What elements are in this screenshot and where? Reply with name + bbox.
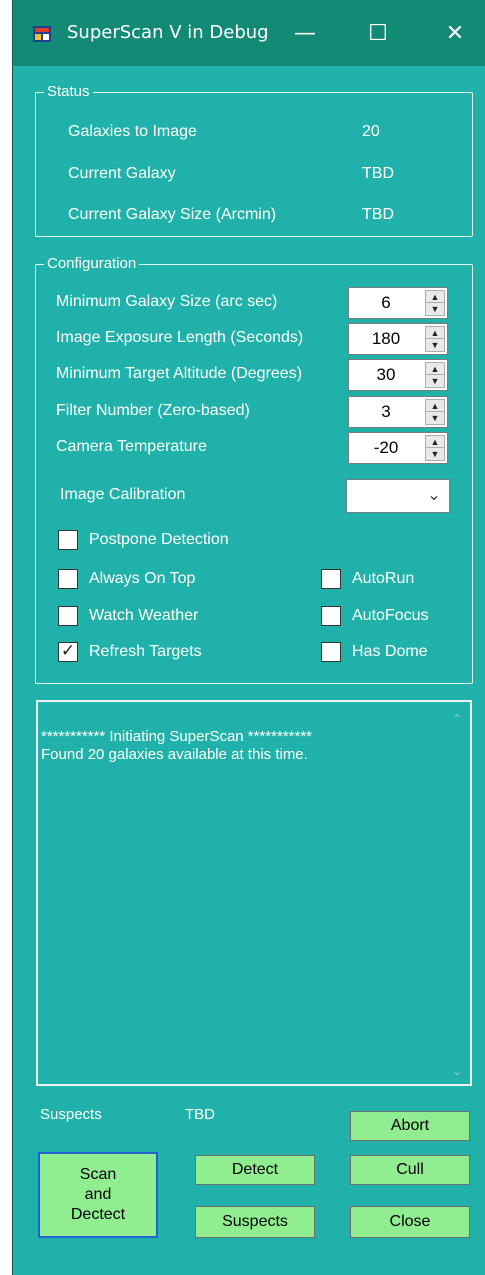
checkmark-icon: ✓ [60, 641, 76, 660]
min-altitude-arrows[interactable]: ▲ ▼ [425, 362, 445, 388]
autorun-checkbox[interactable]: AutoRun [321, 568, 414, 590]
exposure-length-spinner[interactable]: 180 ▲ ▼ [348, 323, 448, 355]
filter-number-arrows[interactable]: ▲ ▼ [425, 399, 445, 425]
app-window: SuperScan V in Debug — ☐ ✕ Status Galaxi… [12, 0, 485, 1275]
scroll-down-icon[interactable]: ⌄ [450, 1064, 464, 1078]
scan-and-detect-button[interactable]: Scan and Dectect [38, 1152, 158, 1238]
client-area: Status Galaxies to Image 20 Current Gala… [13, 66, 485, 1275]
refresh-targets-box[interactable]: ✓ [58, 641, 78, 662]
min-galaxy-size-arrows[interactable]: ▲ ▼ [425, 290, 445, 316]
camera-temperature-spinner[interactable]: -20 ▲ ▼ [348, 432, 448, 464]
log-text: *********** Initiating SuperScan *******… [41, 728, 313, 763]
galaxies-to-image-label: Galaxies to Image [68, 123, 197, 140]
has-dome-box[interactable] [321, 642, 341, 662]
filter-number-label: Filter Number (Zero-based) [56, 402, 250, 419]
spin-up-icon[interactable]: ▲ [426, 400, 444, 412]
scroll-up-icon[interactable]: ⌃ [450, 712, 464, 726]
filter-number-value[interactable]: 3 [349, 397, 423, 427]
always-on-top-checkbox[interactable]: Always On Top [58, 568, 195, 590]
spin-up-icon[interactable]: ▲ [426, 436, 444, 448]
app-icon [33, 26, 51, 42]
current-galaxy-label: Current Galaxy [68, 165, 176, 182]
current-galaxy-value: TBD [362, 165, 394, 182]
spin-down-icon[interactable]: ▼ [426, 339, 444, 351]
image-calibration-label: Image Calibration [60, 486, 186, 503]
has-dome-checkbox[interactable]: Has Dome [321, 641, 428, 663]
min-altitude-label: Minimum Target Altitude (Degrees) [56, 365, 303, 382]
min-altitude-value[interactable]: 30 [349, 360, 423, 390]
watch-weather-label[interactable]: Watch Weather [89, 607, 198, 625]
postpone-detection-label[interactable]: Postpone Detection [89, 531, 229, 549]
configuration-group: Configuration Minimum Galaxy Size (arc s… [35, 255, 473, 684]
watch-weather-checkbox[interactable]: Watch Weather [58, 605, 198, 627]
spin-down-icon[interactable]: ▼ [426, 448, 444, 460]
suspects-button[interactable]: Suspects [195, 1206, 315, 1238]
current-galaxy-size-value: TBD [362, 206, 394, 223]
maximize-button[interactable]: ☐ [356, 14, 400, 54]
has-dome-label[interactable]: Has Dome [352, 643, 428, 661]
chevron-down-icon[interactable]: ⌄ [427, 486, 441, 506]
galaxies-to-image-value: 20 [362, 123, 380, 140]
refresh-targets-label[interactable]: Refresh Targets [89, 643, 202, 661]
status-group: Status Galaxies to Image 20 Current Gala… [35, 83, 473, 237]
window-title: SuperScan V in Debug [67, 22, 269, 43]
status-legend: Status [44, 83, 93, 101]
close-window-button[interactable]: ✕ [433, 14, 477, 54]
image-calibration-dropdown[interactable]: ⌄ [346, 479, 450, 513]
filter-number-spinner[interactable]: 3 ▲ ▼ [348, 396, 448, 428]
min-altitude-spinner[interactable]: 30 ▲ ▼ [348, 359, 448, 391]
autorun-label[interactable]: AutoRun [352, 570, 414, 588]
spin-down-icon[interactable]: ▼ [426, 375, 444, 387]
camera-temperature-value[interactable]: -20 [349, 433, 423, 463]
cull-button[interactable]: Cull [350, 1155, 470, 1185]
current-galaxy-size-label: Current Galaxy Size (Arcmin) [68, 206, 277, 223]
camera-temperature-arrows[interactable]: ▲ ▼ [425, 435, 445, 461]
autorun-box[interactable] [321, 569, 341, 589]
exposure-length-value[interactable]: 180 [349, 324, 423, 354]
spin-up-icon[interactable]: ▲ [426, 291, 444, 303]
detect-button[interactable]: Detect [195, 1155, 315, 1185]
exposure-length-arrows[interactable]: ▲ ▼ [425, 326, 445, 352]
configuration-legend: Configuration [44, 255, 140, 273]
postpone-detection-box[interactable] [58, 530, 78, 550]
autofocus-checkbox[interactable]: AutoFocus [321, 605, 428, 627]
spin-down-icon[interactable]: ▼ [426, 303, 444, 315]
min-galaxy-size-value[interactable]: 6 [349, 288, 423, 318]
camera-temperature-label: Camera Temperature [56, 438, 207, 455]
always-on-top-box[interactable] [58, 569, 78, 589]
min-galaxy-size-label: Minimum Galaxy Size (arc sec) [56, 293, 278, 310]
abort-button[interactable]: Abort [350, 1111, 470, 1141]
autofocus-box[interactable] [321, 606, 341, 626]
watch-weather-box[interactable] [58, 606, 78, 626]
autofocus-label[interactable]: AutoFocus [352, 607, 428, 625]
spin-up-icon[interactable]: ▲ [426, 363, 444, 375]
refresh-targets-checkbox[interactable]: ✓ Refresh Targets [58, 641, 202, 663]
exposure-length-label: Image Exposure Length (Seconds) [56, 329, 304, 346]
spin-down-icon[interactable]: ▼ [426, 412, 444, 424]
min-galaxy-size-spinner[interactable]: 6 ▲ ▼ [348, 287, 448, 319]
suspects-value: TBD [185, 1106, 215, 1123]
spin-up-icon[interactable]: ▲ [426, 327, 444, 339]
postpone-detection-checkbox[interactable]: Postpone Detection [58, 529, 229, 551]
minimize-button[interactable]: — [283, 14, 327, 54]
suspects-label: Suspects [40, 1106, 102, 1123]
close-button[interactable]: Close [350, 1206, 470, 1238]
title-bar[interactable]: SuperScan V in Debug — ☐ ✕ [13, 0, 485, 66]
log-textbox[interactable]: *********** Initiating SuperScan *******… [36, 700, 472, 1086]
always-on-top-label[interactable]: Always On Top [89, 570, 195, 588]
